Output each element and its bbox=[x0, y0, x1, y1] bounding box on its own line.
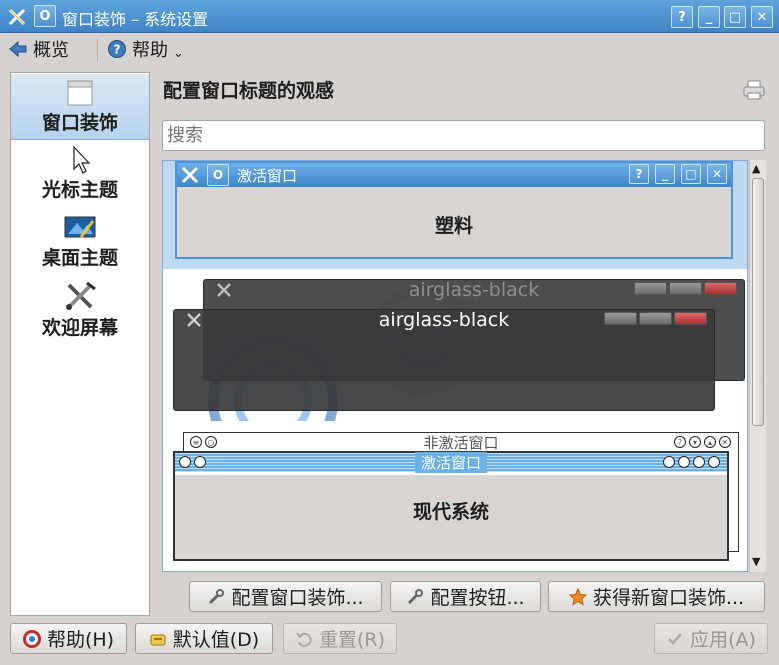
minimize-icon bbox=[604, 312, 637, 325]
airglass-active-window: airglass-black bbox=[173, 309, 715, 411]
sidebar-item-splash-screen[interactable]: 欢迎屏幕 bbox=[11, 281, 149, 347]
minimize-icon: ▾ bbox=[689, 436, 701, 448]
active-window-title: 激活窗口 bbox=[414, 452, 487, 473]
configure-decoration-button[interactable]: 配置窗口装饰... bbox=[189, 581, 382, 612]
close-button[interactable]: ✕ bbox=[751, 6, 773, 28]
modern-active-window: ≡ ○ 激活窗口 ? ▾ ▴ ✕ 现代系统 bbox=[173, 451, 729, 561]
overview-button[interactable]: 概览 bbox=[8, 36, 69, 62]
chevron-down-icon: ⌄ bbox=[173, 45, 184, 61]
apply-label: 应用(A) bbox=[690, 629, 756, 651]
sticky-icon: ○ bbox=[194, 456, 206, 468]
inactive-window-title: 非激活窗口 bbox=[423, 434, 499, 452]
sidebar-item-label: 光标主题 bbox=[41, 179, 118, 201]
help-lifebuoy-icon bbox=[22, 629, 41, 648]
apply-button[interactable]: 应用(A) bbox=[654, 623, 768, 654]
defaults-label: 默认值(D) bbox=[172, 629, 260, 651]
star-icon bbox=[568, 587, 587, 606]
close-icon: ✕ bbox=[708, 456, 720, 468]
tools-icon bbox=[66, 281, 96, 310]
overview-label: 概览 bbox=[33, 40, 69, 61]
category-sidebar: 窗口装饰 光标主题 桌面主题 欢迎屏幕 bbox=[10, 72, 150, 616]
maximize-icon: ▴ bbox=[704, 436, 716, 448]
checkmark-icon bbox=[668, 632, 683, 645]
get-new-decorations-label: 获得新窗口装饰... bbox=[592, 587, 745, 609]
configure-decoration-label: 配置窗口装饰... bbox=[231, 587, 364, 609]
window-title: 窗口装饰 – 系统设置 bbox=[62, 10, 209, 29]
scroll-up-icon[interactable]: ▲ bbox=[752, 162, 760, 175]
help-icon: ? bbox=[663, 456, 675, 468]
cursor-icon bbox=[73, 145, 91, 174]
help-icon: ? bbox=[674, 436, 686, 448]
tools-icon[interactable] bbox=[5, 5, 28, 28]
help-button[interactable]: ? bbox=[671, 6, 693, 28]
page-title: 配置窗口标题的观感 bbox=[163, 80, 335, 102]
modern-active-titlebar: ≡ ○ 激活窗口 ? ▾ ▴ ✕ bbox=[175, 452, 727, 473]
list-scrollbar[interactable]: ▲ ▼ bbox=[749, 160, 766, 572]
close-icon: ✕ bbox=[719, 436, 731, 448]
sidebar-item-cursor-theme[interactable]: 光标主题 bbox=[11, 145, 149, 211]
help-icon: ? bbox=[629, 164, 649, 184]
maximize-button[interactable]: □ bbox=[724, 6, 746, 28]
sidebar-item-desktop-theme[interactable]: 桌面主题 bbox=[11, 213, 149, 279]
maximize-icon: ▴ bbox=[693, 456, 705, 468]
close-icon bbox=[674, 312, 707, 325]
maximize-icon bbox=[639, 312, 672, 325]
window-menu-icon: O bbox=[207, 164, 229, 186]
wrench-icon bbox=[209, 588, 225, 604]
toolbar: 概览 ? 帮助 ⌄ bbox=[0, 33, 779, 65]
desktop-icon bbox=[64, 216, 96, 238]
sidebar-item-label: 窗口装饰 bbox=[41, 112, 118, 134]
undo-icon bbox=[296, 631, 312, 647]
get-new-decorations-button[interactable]: 获得新窗口装饰... bbox=[548, 581, 765, 612]
sticky-icon: ○ bbox=[205, 436, 217, 448]
list-item-airglass[interactable]: airglass-black airglass-black bbox=[163, 271, 747, 421]
sidebar-item-window-decoration[interactable]: 窗口装饰 bbox=[11, 74, 149, 140]
reset-label: 重置(R) bbox=[318, 629, 386, 651]
window-titlebar[interactable]: O 窗口装饰 – 系统设置 ? _ □ ✕ bbox=[0, 0, 779, 33]
list-item-plastik[interactable]: O 激活窗口 ? _ □ ✕ 塑料 bbox=[163, 161, 747, 269]
defaults-icon bbox=[150, 634, 166, 645]
minimize-button[interactable]: _ bbox=[698, 6, 720, 28]
reset-button[interactable]: 重置(R) bbox=[283, 623, 397, 654]
active-window-title: 激活窗口 bbox=[237, 166, 298, 185]
toolbar-separator bbox=[97, 39, 98, 61]
list-item-modern-system[interactable]: ≡ ○ 非激活窗口 ? ▾ ▴ ✕ ≡ ○ 激活窗口 ? ▾ ▴ ✕ 现代系统 bbox=[163, 427, 747, 571]
scroll-down-icon[interactable]: ▼ bbox=[752, 555, 760, 568]
close-icon: ✕ bbox=[707, 164, 727, 184]
minimize-icon bbox=[634, 282, 667, 295]
sidebar-item-label: 桌面主题 bbox=[41, 247, 118, 269]
configure-buttons-button[interactable]: 配置按钮... bbox=[390, 581, 541, 612]
decoration-list[interactable]: O 激活窗口 ? _ □ ✕ 塑料 airglass-black airglas… bbox=[162, 160, 748, 572]
close-icon bbox=[704, 282, 737, 295]
wrench-icon bbox=[408, 588, 424, 604]
maximize-icon bbox=[669, 282, 702, 295]
sidebar-item-label: 欢迎屏幕 bbox=[41, 317, 118, 339]
configure-buttons-label: 配置按钮... bbox=[430, 587, 525, 609]
decoration-name: 塑料 bbox=[434, 215, 473, 237]
menu-icon: ≡ bbox=[179, 456, 191, 468]
window-menu-icon[interactable]: O bbox=[34, 5, 56, 27]
modern-inactive-titlebar: ≡ ○ 非激活窗口 ? ▾ ▴ ✕ bbox=[184, 433, 738, 452]
menu-icon: ≡ bbox=[190, 436, 202, 448]
maximize-icon: □ bbox=[681, 164, 701, 184]
scrollbar-thumb[interactable] bbox=[752, 178, 764, 426]
help-icon: ? bbox=[108, 40, 126, 58]
footer-help-button[interactable]: 帮助(H) bbox=[10, 623, 127, 654]
printer-icon[interactable] bbox=[743, 80, 765, 100]
plastik-titlebar: O 激活窗口 ? _ □ ✕ bbox=[177, 163, 731, 187]
help-menu-label: 帮助 bbox=[132, 40, 168, 61]
tools-icon bbox=[181, 166, 199, 184]
footer-help-label: 帮助(H) bbox=[46, 629, 115, 651]
plastik-preview-window: O 激活窗口 ? _ □ ✕ 塑料 bbox=[175, 161, 733, 259]
window-icon bbox=[67, 80, 93, 106]
decoration-name: 现代系统 bbox=[412, 501, 489, 523]
defaults-button[interactable]: 默认值(D) bbox=[135, 623, 273, 654]
back-arrow-icon bbox=[9, 40, 27, 58]
search-input[interactable] bbox=[162, 120, 765, 151]
minimize-icon: ▾ bbox=[678, 456, 690, 468]
help-menu-button[interactable]: ? 帮助 ⌄ bbox=[107, 36, 184, 62]
svg-text:?: ? bbox=[114, 43, 121, 57]
minimize-icon: _ bbox=[655, 164, 675, 184]
